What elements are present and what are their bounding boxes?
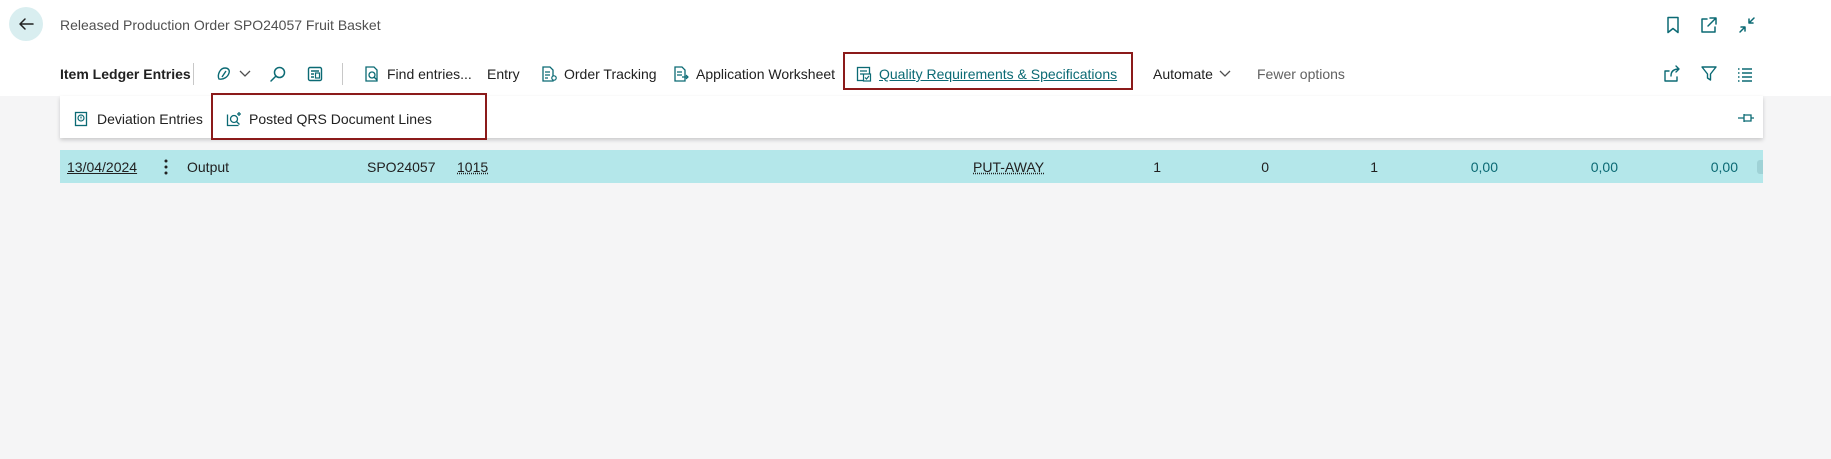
table-row[interactable] <box>60 150 1763 183</box>
row-actions-button[interactable] <box>159 158 173 176</box>
open-in-new-window-button[interactable] <box>1699 15 1719 35</box>
list-view-button[interactable] <box>1736 63 1754 85</box>
pin-panel-button[interactable] <box>1736 110 1756 126</box>
toolbar-divider <box>342 63 343 85</box>
automate-label: Automate <box>1153 66 1213 82</box>
application-worksheet-label: Application Worksheet <box>696 66 836 82</box>
entry-label: Entry <box>487 66 520 82</box>
find-entries-label: Find entries... <box>387 66 472 82</box>
quality-requirements-label: Quality Requirements & Specifications <box>879 66 1118 82</box>
part-title: Item Ledger Entries <box>60 66 191 82</box>
chevron-down-icon <box>1219 70 1231 77</box>
order-tracking-label: Order Tracking <box>564 66 657 82</box>
share-icon <box>1664 65 1680 82</box>
worksheet-icon <box>674 66 689 82</box>
share-button[interactable] <box>1663 63 1681 85</box>
entry-type-cell: Output <box>187 159 230 175</box>
bookmark-button[interactable] <box>1663 15 1683 35</box>
search-icon <box>270 66 286 82</box>
location-code-cell[interactable]: PUT-AWAY <box>973 159 1044 175</box>
entry-menu-button[interactable]: Entry <box>487 63 520 85</box>
fewer-options-button[interactable]: Fewer options <box>1257 63 1345 85</box>
deviation-entries-icon <box>74 111 88 127</box>
more-vertical-icon <box>164 159 168 175</box>
amount-cell: 0,00 <box>1470 159 1498 175</box>
order-tracking-button[interactable]: Order Tracking <box>540 63 657 85</box>
copilot-menu-button[interactable] <box>215 63 251 85</box>
filter-icon <box>1701 66 1717 81</box>
quality-requirements-button[interactable]: Quality Requirements & Specifications <box>855 63 1117 85</box>
amount-cell: 0,00 <box>1710 159 1738 175</box>
deviation-entries-label: Deviation Entries <box>97 111 203 127</box>
application-worksheet-button[interactable]: Application Worksheet <box>672 63 835 85</box>
quantity-cell: 0 <box>1261 159 1269 175</box>
chevron-down-icon <box>239 70 251 77</box>
page-title: Released Production Order SPO24057 Fruit… <box>60 17 381 33</box>
collapse-icon <box>1739 17 1755 33</box>
amount-cell: 0,00 <box>1590 159 1618 175</box>
open-in-new-icon <box>1701 17 1717 33</box>
deviation-entries-button[interactable]: Deviation Entries <box>73 109 203 129</box>
item-no-cell[interactable]: 1015 <box>457 159 488 175</box>
filter-button[interactable] <box>1700 63 1718 85</box>
order-tracking-icon <box>542 66 557 82</box>
pin-icon <box>1738 114 1754 122</box>
posted-qrs-document-lines-button[interactable]: Posted QRS Document Lines <box>225 109 432 129</box>
posted-qrs-label: Posted QRS Document Lines <box>249 111 432 127</box>
quantity-cell: 1 <box>1370 159 1378 175</box>
search-button[interactable] <box>269 63 287 85</box>
document-no-cell: SPO24057 <box>367 159 436 175</box>
edit-list-button[interactable] <box>306 63 324 85</box>
find-entries-button[interactable]: Find entries... <box>363 63 472 85</box>
posted-qrs-icon <box>226 112 241 127</box>
edit-list-icon <box>307 66 323 82</box>
collapse-button[interactable] <box>1737 15 1757 35</box>
list-view-icon <box>1738 68 1752 82</box>
back-arrow-icon <box>19 18 34 30</box>
posting-date-cell[interactable]: 13/04/2024 <box>67 159 137 175</box>
bookmark-icon <box>1667 16 1679 34</box>
copilot-icon <box>217 67 230 80</box>
row-scroll-edge <box>1757 160 1763 174</box>
back-button[interactable] <box>9 7 43 41</box>
quality-spec-icon <box>856 66 872 82</box>
toolbar-divider <box>193 63 194 85</box>
fewer-options-label: Fewer options <box>1257 66 1345 82</box>
automate-menu-button[interactable]: Automate <box>1153 63 1231 85</box>
quantity-cell: 1 <box>1153 159 1161 175</box>
find-entries-icon <box>365 66 378 82</box>
